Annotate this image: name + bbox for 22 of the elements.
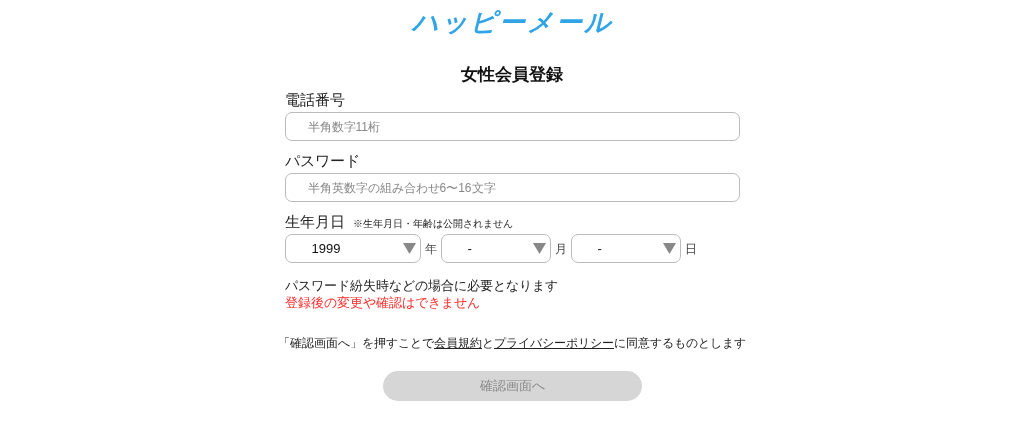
field-label: 電話番号 (284, 90, 346, 110)
privacy-note: ※生年月日・年齢は公開されません (352, 217, 513, 231)
caret-icon (532, 243, 546, 254)
dropdown[interactable]: - (440, 234, 551, 263)
dropdown[interactable]: - (570, 234, 681, 263)
consent-text: 「確認画面へ」を押すことで会員規約 と プライバシーポリシーに同意するものとします (278, 335, 746, 351)
unit-label: 月 (554, 240, 567, 258)
unit-label: 日 (684, 240, 697, 258)
dropdown[interactable]: 1999 (284, 234, 421, 263)
unit-label: 年 (424, 240, 437, 258)
input-field[interactable]: 半角英数字の組み合わせ6〜16文字 (284, 173, 740, 202)
caret-icon (662, 243, 676, 254)
notice-text: パスワード紛失時などの場合に必要となります (284, 277, 559, 294)
terms-link[interactable]: プライバシーポリシー (494, 336, 614, 350)
warning-text: 登録後の変更や確認はできません (284, 294, 481, 311)
field-label: パスワード (284, 151, 361, 171)
logo: ハッピーメール (411, 6, 613, 38)
field-label: 生年月日 (284, 212, 345, 232)
caret-icon (402, 243, 416, 254)
terms-link[interactable]: 会員規約 (434, 336, 482, 350)
page-title: 女性会員登録 (461, 64, 563, 86)
input-field[interactable]: 半角数字11桁 (284, 112, 740, 141)
